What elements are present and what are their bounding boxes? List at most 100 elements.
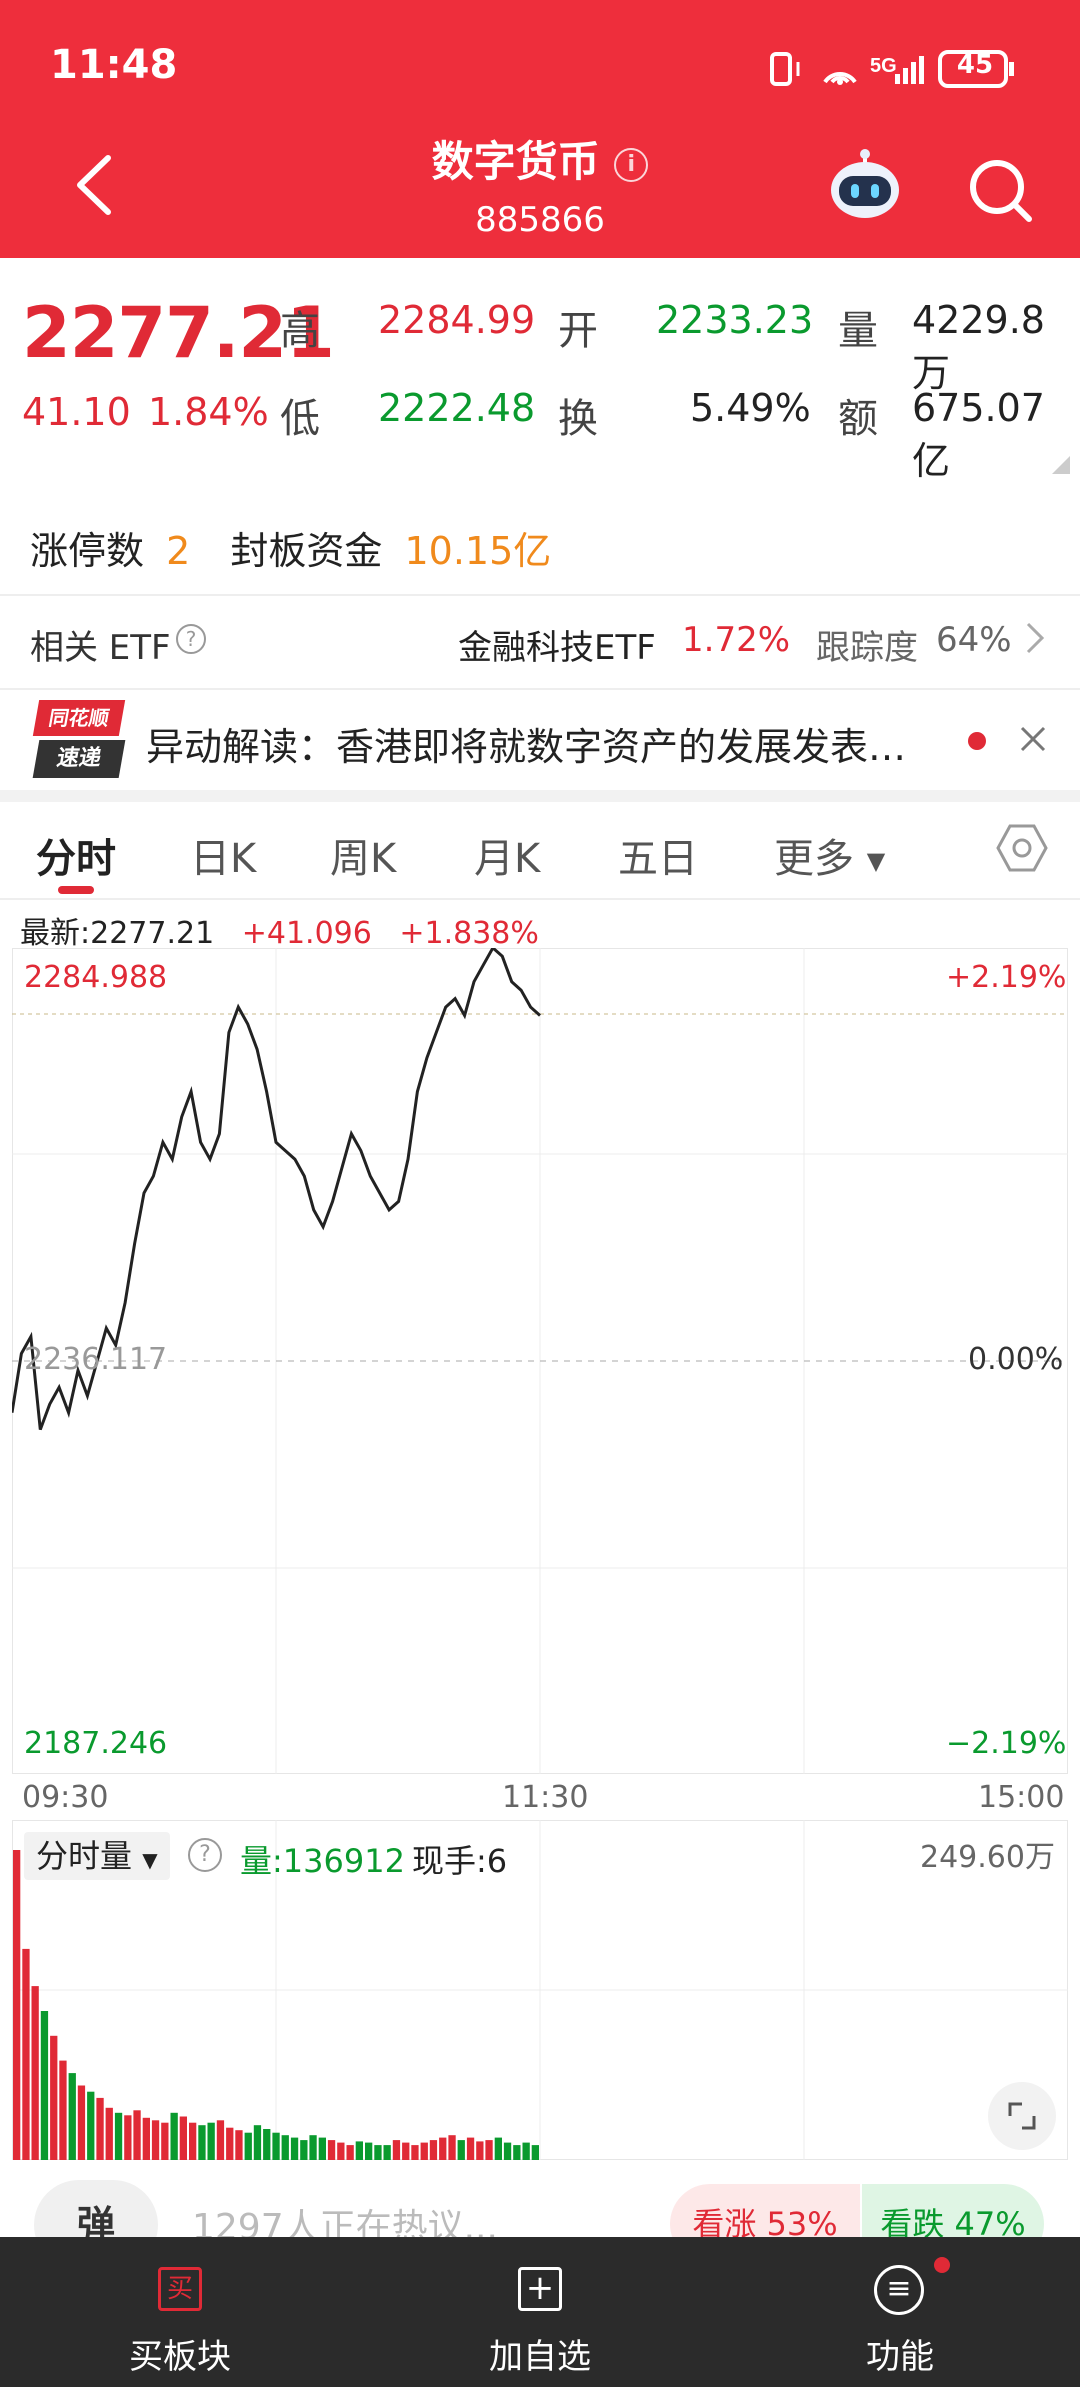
volume-bar — [290, 2137, 299, 2160]
limit-up-count-label: 涨停数 — [30, 529, 145, 573]
bearish-button[interactable]: 看跌 47% — [862, 2184, 1044, 2240]
tab-weekly-k[interactable]: 周K — [330, 826, 396, 884]
sealed-fund-label: 封板资金 — [230, 529, 383, 573]
back-arrow-icon — [77, 155, 111, 215]
robot-icon — [831, 149, 899, 218]
amount-label: 额 — [838, 396, 878, 442]
tab-more[interactable]: 更多 ▼ — [774, 826, 885, 884]
tab-intraday[interactable]: 分时 — [36, 826, 116, 884]
axis-mid-right: 0.00% — [968, 1342, 1064, 1377]
news-badge: 同花顺 速递 — [32, 700, 126, 780]
volume-bar — [485, 2140, 493, 2160]
active-tab-indicator — [58, 886, 94, 894]
search-icon — [970, 160, 1032, 222]
volume-bar — [244, 2132, 252, 2160]
help-icon[interactable]: ? — [188, 1838, 222, 1872]
volume-bar — [439, 2137, 447, 2160]
track-label: 跟踪度 — [816, 628, 918, 668]
nav-add-watchlist[interactable]: + 加自选 — [440, 2237, 640, 2387]
close-icon — [1020, 726, 1046, 752]
nav-label: 加自选 — [489, 2337, 591, 2377]
expand-corner-icon[interactable] — [1052, 456, 1070, 474]
search-button[interactable] — [965, 155, 1035, 225]
volume-bar — [476, 2141, 484, 2160]
volume-bar — [281, 2135, 289, 2160]
limit-up-row: 涨停数 2 封板资金 10.15亿 — [30, 520, 551, 575]
turnover-value: 5.49% — [690, 386, 811, 430]
volume-bar — [179, 2116, 187, 2160]
etf-name: 金融科技ETF — [458, 628, 656, 668]
intraday-volume-chart[interactable] — [12, 1820, 1068, 2160]
chart-settings-button[interactable] — [996, 822, 1048, 878]
axis-bottom-right: −2.19% — [946, 1726, 1067, 1761]
nav-label: 功能 — [866, 2337, 934, 2377]
tab-monthly-k[interactable]: 月K — [474, 826, 540, 884]
menu-icon: ≡ — [874, 2265, 924, 2315]
open-value: 2233.23 — [656, 298, 814, 342]
volume-bar — [207, 2122, 215, 2160]
volume-bar — [531, 2145, 539, 2160]
high-label: 高 — [280, 308, 320, 354]
volume-value: 量:136912 — [240, 1842, 405, 1880]
chart-latest-row: 最新:2277.21 +41.096 +1.838% — [20, 908, 539, 952]
low-label: 低 — [280, 396, 320, 442]
volume-bar — [346, 2145, 354, 2160]
limit-up-count: 2 — [166, 529, 191, 573]
time-end: 15:00 — [978, 1780, 1065, 1815]
volume-bar — [216, 2120, 225, 2160]
etf-pct: 1.72% — [682, 620, 791, 660]
robot-assistant-button[interactable] — [825, 148, 905, 228]
axis-mid-left: 2236.117 — [24, 1342, 168, 1377]
volume-bar — [189, 2122, 197, 2160]
volume-bar — [392, 2140, 401, 2160]
volume-bar — [318, 2137, 326, 2160]
volume-type-selector[interactable]: 分时量 ▼ — [24, 1832, 170, 1880]
dropdown-icon: ▼ — [866, 847, 886, 875]
volume-bar — [365, 2142, 373, 2160]
volume-bar — [420, 2142, 428, 2160]
nav-functions[interactable]: ≡ 功能 — [800, 2237, 1000, 2387]
volume-bar — [96, 2097, 104, 2160]
network-label: 5G — [870, 55, 897, 77]
axis-top-left: 2284.988 — [24, 960, 168, 995]
intraday-price-chart[interactable] — [12, 948, 1068, 1774]
turnover-label: 换 — [558, 396, 598, 442]
volume-bar — [142, 2117, 150, 2160]
open-label: 开 — [558, 308, 598, 354]
tab-five-day[interactable]: 五日 — [618, 826, 698, 884]
notification-dot — [934, 2257, 950, 2273]
related-etf-row[interactable]: 相关 ETF ? 金融科技ETF 1.72% 跟踪度 64% — [0, 596, 1080, 688]
nav-buy-sector[interactable]: 买 买板块 — [80, 2237, 280, 2387]
volume-bar — [22, 1948, 30, 2160]
volume-bar — [457, 2140, 465, 2160]
fullscreen-button[interactable] — [988, 2082, 1056, 2150]
volume-bar — [327, 2140, 336, 2160]
latest-change: +41.096 — [241, 916, 372, 951]
discussion-text: 1297人正在热议... — [192, 2207, 498, 2240]
close-news-button[interactable] — [1016, 722, 1050, 760]
discussion-row[interactable]: 弹 1297人正在热议... 看涨 53% 看跌 47% — [0, 2160, 1080, 2240]
news-row[interactable]: 同花顺 速递 异动解读：香港即将就数字资产的发展发表… — [0, 690, 1080, 790]
volume-bar — [337, 2142, 345, 2160]
bullish-button[interactable]: 看涨 53% — [670, 2184, 860, 2240]
danmaku-button[interactable]: 弹 — [34, 2180, 158, 2240]
volume-bar — [226, 2127, 234, 2160]
time-start: 09:30 — [22, 1780, 109, 1815]
volume-bar — [263, 2129, 271, 2160]
status-time: 11:48 — [50, 42, 178, 88]
volume-value: 4229.8万 — [912, 298, 1045, 395]
nav-label: 买板块 — [129, 2337, 231, 2377]
time-mid: 11:30 — [502, 1780, 589, 1815]
sealed-fund-value: 10.15亿 — [404, 529, 552, 573]
fullscreen-icon — [1008, 2102, 1036, 2130]
info-icon[interactable]: i — [614, 147, 649, 182]
volume-bar — [355, 2141, 363, 2160]
back-button[interactable] — [70, 150, 120, 220]
volume-bar — [429, 2140, 438, 2160]
add-icon: + — [518, 2267, 562, 2311]
high-value: 2284.99 — [378, 298, 536, 342]
help-icon[interactable]: ? — [176, 624, 206, 654]
tab-daily-k[interactable]: 日K — [190, 826, 256, 884]
tab-more-label: 更多 — [774, 836, 854, 882]
section-separator — [0, 790, 1080, 802]
